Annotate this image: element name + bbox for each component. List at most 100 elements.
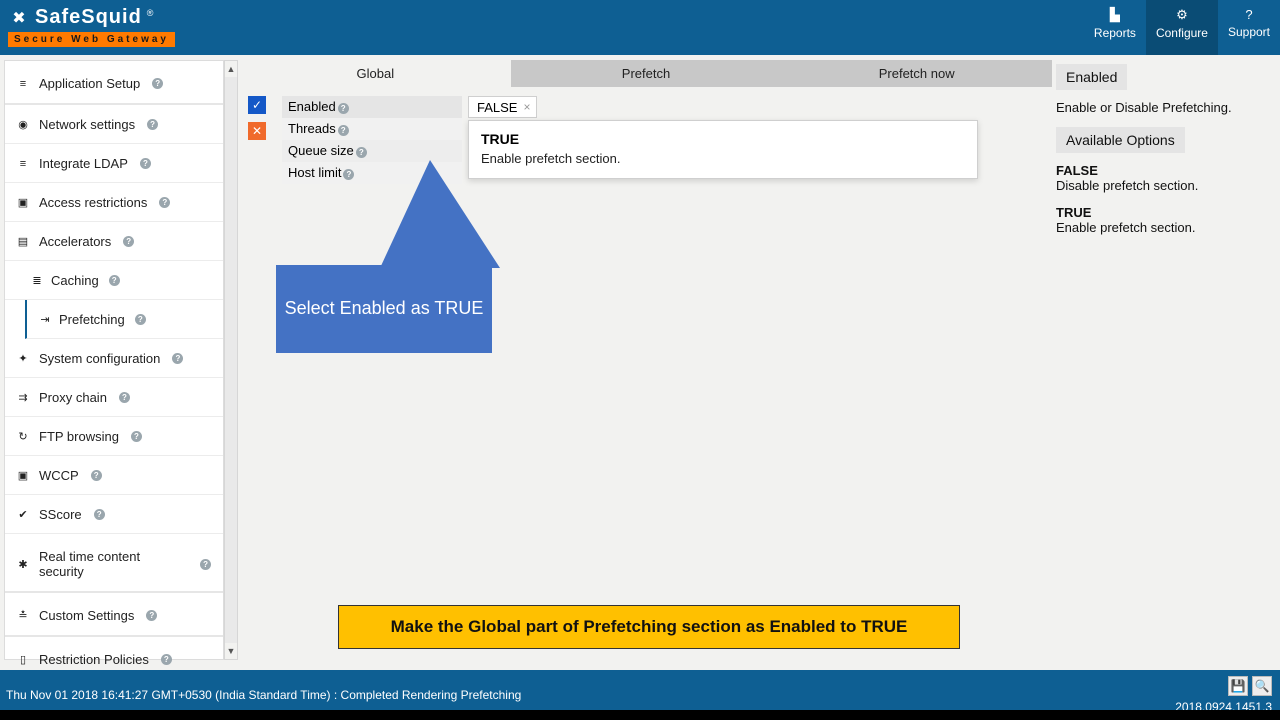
sidebar-item-system-configuration[interactable]: ✦System configuration? <box>5 339 223 378</box>
toolbar: ▙Reports⚙Configure?Support <box>1084 0 1280 55</box>
sidebar-item-ftp-browsing[interactable]: ↻FTP browsing? <box>5 417 223 456</box>
wrench-icon: ✦ <box>17 352 29 365</box>
cancel-button[interactable]: ✕ <box>248 122 266 140</box>
info-desc: Enable or Disable Prefetching. <box>1056 100 1274 115</box>
sidebar-item-access-restrictions[interactable]: ▣Access restrictions? <box>5 183 223 222</box>
badge-icon: ▣ <box>17 469 29 482</box>
status-text: Thu Nov 01 2018 16:41:27 GMT+0530 (India… <box>6 688 521 702</box>
sidebar-column: ≡Application Setup?◉Network settings?≡In… <box>4 60 238 660</box>
search-icon[interactable]: 🔍 <box>1252 676 1272 696</box>
globe-icon: ◉ <box>17 118 29 131</box>
help-icon[interactable]: ? <box>161 654 172 665</box>
tool-support[interactable]: ?Support <box>1218 0 1280 55</box>
brand: ✖ SafeSquid ® Secure Web Gateway <box>0 0 183 55</box>
sidebar-item-accelerators[interactable]: ▤Accelerators? <box>5 222 223 261</box>
info-title: Enabled <box>1056 64 1127 90</box>
sidebar-item-wccp[interactable]: ▣WCCP? <box>5 456 223 495</box>
list-icon: ≡ <box>17 158 29 170</box>
callout-box: Select Enabled as TRUE <box>276 265 492 353</box>
help-icon[interactable]: ? <box>109 275 120 286</box>
help-icon[interactable]: ? <box>123 236 134 247</box>
help-icon[interactable]: ? <box>338 125 349 136</box>
help-icon[interactable]: ? <box>140 158 151 169</box>
tab-prefetch[interactable]: Prefetch <box>511 60 782 87</box>
brand-name: SafeSquid <box>35 6 142 29</box>
info-panel: Enabled Enable or Disable Prefetching. A… <box>1054 60 1276 660</box>
stack-icon: ≡ <box>17 78 29 90</box>
sidebar-item-network-settings[interactable]: ◉Network settings? <box>5 105 223 144</box>
help-icon[interactable]: ? <box>147 119 158 130</box>
sidebar-item-caching[interactable]: ≣Caching? <box>5 261 223 300</box>
help-icon[interactable]: ? <box>131 431 142 442</box>
sidebar-item-integrate-ldap[interactable]: ≡Integrate LDAP? <box>5 144 223 183</box>
enabled-chip[interactable]: FALSE × <box>468 96 537 118</box>
wrench-icon: ✖ <box>8 7 30 29</box>
main-panel: GlobalPrefetchPrefetch now ✓ ✕ Enabled? … <box>240 60 1052 660</box>
help-icon[interactable]: ? <box>91 470 102 481</box>
step-icon: ⇥ <box>39 313 51 326</box>
tab-prefetch-now[interactable]: Prefetch now <box>781 60 1052 87</box>
sidebar-item-prefetching[interactable]: ⇥Prefetching? <box>25 300 223 339</box>
dropdown-option-title: TRUE <box>481 131 965 147</box>
field-enabled: Enabled? FALSE × TRUE Enable prefetch se… <box>282 96 1052 118</box>
save-icon[interactable]: 💾 <box>1228 676 1248 696</box>
sidebar-item-sscore[interactable]: ✔SScore? <box>5 495 223 534</box>
sidebar-item-application-setup[interactable]: ≡Application Setup? <box>5 61 223 105</box>
workspace: ≡Application Setup?◉Network settings?≡In… <box>4 60 1276 660</box>
help-icon[interactable]: ? <box>152 78 163 89</box>
confirm-button[interactable]: ✓ <box>248 96 266 114</box>
brand-tagline: Secure Web Gateway <box>8 32 175 47</box>
help-icon[interactable]: ? <box>159 197 170 208</box>
bug-icon: ✱ <box>17 558 29 571</box>
field-label: Host limit <box>288 165 341 180</box>
shield-icon: ▣ <box>17 196 29 209</box>
chain-icon: ⇉ <box>17 391 29 404</box>
dropdown-option-desc: Enable prefetch section. <box>481 151 965 166</box>
sidebar-item-real-time-content-security[interactable]: ✱Real time content security? <box>5 534 223 593</box>
sliders-icon: ≛ <box>17 609 29 622</box>
field-label: Enabled <box>288 99 336 114</box>
top-bar: ✖ SafeSquid ® Secure Web Gateway ▙Report… <box>0 0 1280 55</box>
field-label: Threads <box>288 121 336 136</box>
option-true: TRUEEnable prefetch section. <box>1056 205 1274 235</box>
field-label: Queue size <box>288 143 354 158</box>
help-icon[interactable]: ? <box>338 103 349 114</box>
check-icon: ✔ <box>17 508 29 521</box>
enabled-value: FALSE <box>477 100 517 115</box>
gauge-icon: ▤ <box>17 235 29 248</box>
help-icon[interactable]: ? <box>343 169 354 180</box>
sidebar-item-proxy-chain[interactable]: ⇉Proxy chain? <box>5 378 223 417</box>
callout-pointer <box>380 160 500 268</box>
db-icon: ≣ <box>31 274 43 287</box>
option-false: FALSEDisable prefetch section. <box>1056 163 1274 193</box>
help-icon[interactable]: ? <box>356 147 367 158</box>
help-icon[interactable]: ? <box>172 353 183 364</box>
sidebar-item-custom-settings[interactable]: ≛Custom Settings? <box>5 593 223 637</box>
row-actions: ✓ ✕ <box>248 96 270 148</box>
registered-mark: ® <box>147 8 154 18</box>
lock-icon: ▯ <box>17 653 29 666</box>
info-available-options: Available Options <box>1056 127 1185 153</box>
scroll-down-icon[interactable]: ▼ <box>225 643 237 659</box>
tool-configure[interactable]: ⚙Configure <box>1146 0 1218 55</box>
tool-reports[interactable]: ▙Reports <box>1084 0 1146 55</box>
sidebar-scrollbar[interactable]: ▲ ▼ <box>224 60 238 660</box>
close-icon[interactable]: × <box>523 100 530 114</box>
enabled-dropdown[interactable]: TRUE Enable prefetch section. <box>468 120 978 179</box>
configure-icon: ⚙ <box>1156 7 1208 23</box>
instruction-banner: Make the Global part of Prefetching sect… <box>338 605 960 649</box>
reports-icon: ▙ <box>1094 7 1136 23</box>
tab-global[interactable]: Global <box>240 60 511 87</box>
bottom-bar <box>0 710 1280 720</box>
scroll-up-icon[interactable]: ▲ <box>225 61 237 77</box>
help-icon[interactable]: ? <box>119 392 130 403</box>
help-icon[interactable]: ? <box>200 559 211 570</box>
help-icon[interactable]: ? <box>94 509 105 520</box>
sidebar: ≡Application Setup?◉Network settings?≡In… <box>4 60 224 660</box>
tabs: GlobalPrefetchPrefetch now <box>240 60 1052 87</box>
refresh-icon: ↻ <box>17 430 29 443</box>
help-icon[interactable]: ? <box>146 610 157 621</box>
help-icon[interactable]: ? <box>135 314 146 325</box>
editor: ✓ ✕ Enabled? FALSE × TRUE Enable prefetc… <box>248 96 1052 184</box>
support-icon: ? <box>1228 7 1270 22</box>
